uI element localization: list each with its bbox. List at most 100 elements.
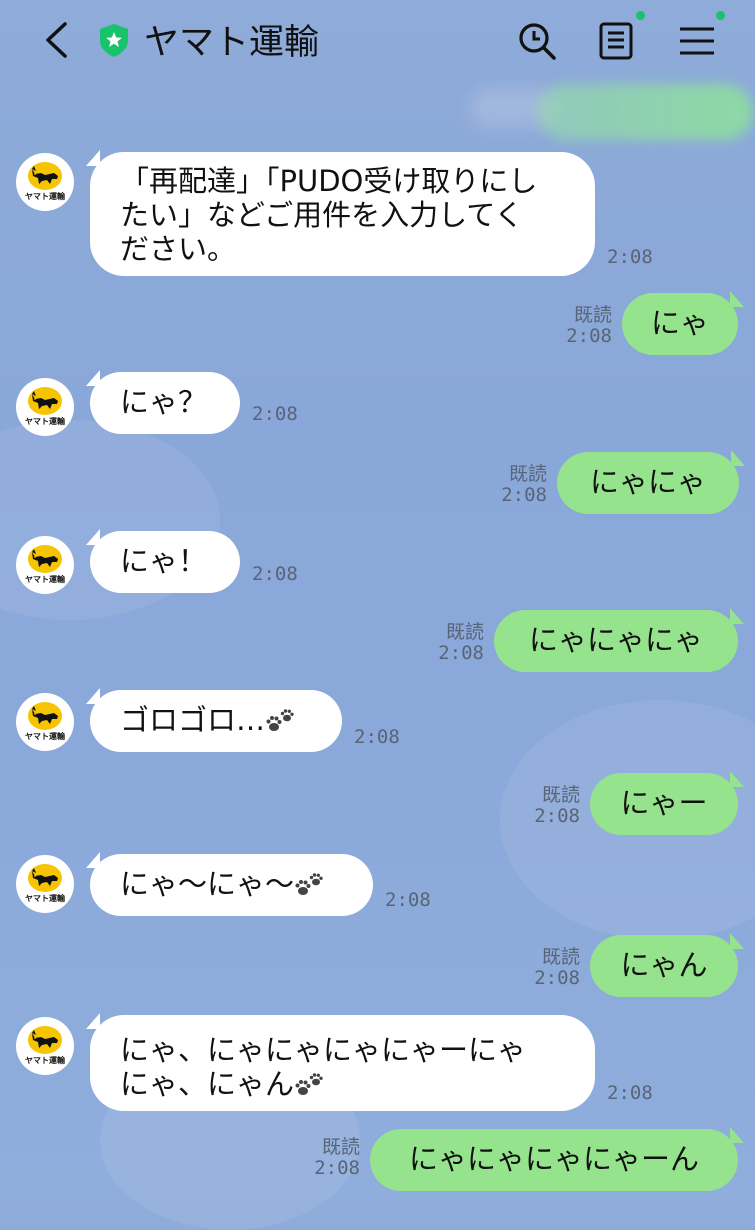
read-receipt: 既読 bbox=[445, 621, 484, 643]
timestamp: 2:08 bbox=[534, 805, 580, 827]
bubble-tail bbox=[730, 1127, 744, 1143]
shield-star-icon bbox=[100, 24, 128, 57]
search-icon[interactable] bbox=[516, 20, 558, 62]
message-line: ださい。 bbox=[120, 232, 565, 266]
message-text: にゃ bbox=[622, 293, 738, 340]
bubble-tail bbox=[730, 771, 744, 787]
menu-badge-dot bbox=[716, 11, 725, 20]
avatar[interactable]: ヤマト運輸 bbox=[16, 378, 74, 436]
incoming-message-bubble[interactable]: にゃ、にゃにゃにゃにゃーにゃ にゃ、にゃん bbox=[90, 1015, 595, 1111]
message-text-value: にゃ〜にゃ〜 bbox=[120, 867, 295, 901]
avatar-caption: ヤマト運輸 bbox=[25, 417, 65, 426]
paw-icon bbox=[295, 1073, 323, 1095]
outgoing-message-bubble[interactable]: にゃにゃにゃ bbox=[494, 610, 738, 672]
avatar-caption: ヤマト運輸 bbox=[25, 575, 65, 584]
message-text: にゃ、にゃにゃにゃにゃーにゃ にゃ、にゃん bbox=[90, 1015, 595, 1101]
cat-logo-icon bbox=[32, 391, 58, 409]
avatar[interactable]: ヤマト運輸 bbox=[16, 693, 74, 751]
timestamp: 2:08 bbox=[438, 642, 484, 664]
message-text: にゃー bbox=[590, 773, 738, 820]
logo-circle bbox=[28, 162, 62, 190]
timestamp: 2:08 bbox=[501, 484, 547, 506]
timestamp: 2:08 bbox=[566, 325, 612, 347]
incoming-message-bubble[interactable]: にゃ！ bbox=[90, 531, 240, 593]
avatar[interactable]: ヤマト運輸 bbox=[16, 1017, 74, 1075]
message-line-text: にゃ、にゃん bbox=[120, 1067, 295, 1101]
message-text: にゃ？ bbox=[90, 372, 240, 419]
avatar-caption: ヤマト運輸 bbox=[25, 192, 65, 201]
message-text-value: にゃー bbox=[620, 786, 708, 820]
message-text: にゃ！ bbox=[90, 531, 240, 578]
timestamp: 2:08 bbox=[385, 889, 431, 911]
message-meta: 2:08 bbox=[607, 247, 653, 268]
outgoing-message-bubble[interactable]: にゃにゃにゃにゃーん bbox=[370, 1129, 738, 1191]
incoming-message-bubble[interactable]: にゃ〜にゃ〜 bbox=[90, 854, 373, 916]
message-text-value: にゃにゃ bbox=[589, 465, 706, 499]
incoming-message-bubble[interactable]: ゴロゴロ… bbox=[90, 690, 342, 752]
message-line-text: たい」などご用件を入力してく bbox=[120, 198, 524, 232]
bubble-tail bbox=[731, 450, 745, 466]
note-icon[interactable] bbox=[596, 20, 638, 62]
avatar[interactable]: ヤマト運輸 bbox=[16, 855, 74, 913]
message-line: 「再配達」「PUDO受け取りにし bbox=[120, 164, 565, 198]
message-line: にゃ、にゃにゃにゃにゃーにゃ bbox=[120, 1033, 565, 1067]
message-text-value: にゃん bbox=[620, 948, 708, 982]
message-meta: 2:08 bbox=[607, 1083, 653, 1104]
bubble-tail bbox=[86, 688, 100, 704]
logo-circle bbox=[28, 387, 62, 415]
incoming-message-bubble[interactable]: 「再配達」「PUDO受け取りにし たい」などご用件を入力してく ださい。 bbox=[90, 152, 595, 276]
paw-icon bbox=[266, 709, 294, 731]
read-receipt: 既読 bbox=[541, 946, 580, 968]
message-text-value: にゃにゃにゃ bbox=[528, 623, 703, 657]
logo-circle bbox=[28, 702, 62, 730]
avatar[interactable]: ヤマト運輸 bbox=[16, 536, 74, 594]
outgoing-message-bubble[interactable]: にゃん bbox=[590, 935, 738, 997]
bubble-tail bbox=[86, 370, 100, 386]
avatar[interactable]: ヤマト運輸 bbox=[16, 153, 74, 211]
menu-icon[interactable] bbox=[676, 20, 718, 62]
bubble-tail bbox=[86, 529, 100, 545]
bubble-tail bbox=[86, 150, 100, 166]
message-meta: 既読 2:08 bbox=[487, 464, 547, 506]
message-line-text: にゃ、にゃにゃにゃにゃーにゃ bbox=[120, 1033, 527, 1067]
message-text: ゴロゴロ… bbox=[90, 690, 342, 737]
bubble-tail bbox=[86, 1013, 100, 1029]
message-meta: 2:08 bbox=[385, 890, 431, 911]
message-line: たい」などご用件を入力してく bbox=[120, 198, 565, 232]
chevron-left-icon[interactable] bbox=[38, 18, 78, 62]
message-meta: 2:08 bbox=[252, 564, 298, 585]
bubble-tail bbox=[730, 291, 744, 307]
message-text-value: にゃ！ bbox=[120, 544, 208, 578]
avatar-caption: ヤマト運輸 bbox=[25, 1056, 65, 1065]
message-line-text: ださい。 bbox=[120, 232, 237, 266]
timestamp: 2:08 bbox=[607, 246, 653, 268]
message-text-value: にゃ bbox=[650, 306, 709, 340]
timestamp: 2:08 bbox=[314, 1157, 360, 1179]
logo-circle bbox=[28, 545, 62, 573]
timestamp: 2:08 bbox=[252, 563, 298, 585]
timestamp: 2:08 bbox=[534, 967, 580, 989]
message-meta: 2:08 bbox=[252, 404, 298, 425]
message-meta: 2:08 bbox=[354, 727, 400, 748]
cat-logo-icon bbox=[32, 1030, 58, 1048]
message-text: にゃにゃにゃ bbox=[494, 610, 738, 657]
message-text: にゃにゃにゃにゃーん bbox=[370, 1129, 738, 1176]
message-line-text: 「再配達」「PUDO受け取りにし bbox=[120, 164, 538, 198]
outgoing-message-bubble[interactable]: にゃ bbox=[622, 293, 738, 355]
outgoing-message-bubble[interactable]: にゃにゃ bbox=[557, 452, 739, 514]
message-text: にゃ〜にゃ〜 bbox=[90, 854, 373, 901]
timestamp: 2:08 bbox=[607, 1082, 653, 1104]
cat-logo-icon bbox=[32, 166, 58, 184]
outgoing-message-bubble[interactable]: にゃー bbox=[590, 773, 738, 835]
incoming-message-bubble[interactable]: にゃ？ bbox=[90, 372, 240, 434]
read-receipt: 既読 bbox=[321, 1136, 360, 1158]
read-receipt: 既読 bbox=[508, 463, 547, 485]
bubble-tail bbox=[730, 608, 744, 624]
chat-title: ヤマト運輸 bbox=[144, 23, 320, 63]
message-line: にゃ、にゃん bbox=[120, 1067, 565, 1101]
timestamp: 2:08 bbox=[354, 726, 400, 748]
message-text-value: ゴロゴロ… bbox=[120, 703, 266, 737]
message-meta: 既読 2:08 bbox=[520, 785, 580, 827]
chat-header: ヤマト運輸 bbox=[0, 0, 755, 80]
message-meta: 既読 2:08 bbox=[424, 622, 484, 664]
